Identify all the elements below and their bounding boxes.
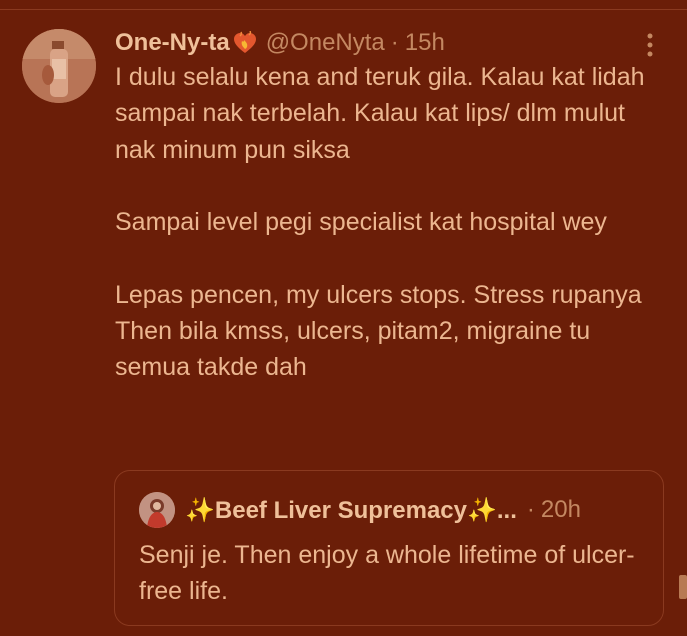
separator-dot: · [390, 29, 399, 56]
quoted-tweet-timestamp[interactable]: 20h [541, 496, 581, 524]
quoted-tweet-text: Senji je. Then enjoy a whole lifetime of… [139, 541, 635, 605]
quoted-tweet-card[interactable]: ✨Beef Liver Supremacy✨... · 20h Senji je… [114, 470, 664, 626]
heart-on-fire-icon [232, 30, 258, 55]
avatar-image [22, 29, 96, 103]
author-handle[interactable]: @OneNyta [266, 29, 385, 57]
tweet-body-text: I dulu selalu kena and teruk gila. Kalau… [115, 63, 645, 382]
author-display-name[interactable]: One-Ny-ta [115, 29, 230, 57]
tweet-timestamp[interactable]: 15h [405, 29, 445, 57]
quoted-separator-dot: · [526, 496, 535, 523]
quoted-tweet-header: ✨Beef Liver Supremacy✨... · 20h [139, 492, 581, 528]
quoted-author-avatar [139, 492, 175, 528]
scrollbar-thumb[interactable] [679, 575, 687, 599]
tweet-header: One-Ny-ta @OneNyta · 15h [115, 26, 445, 60]
quoted-author-display-name[interactable]: ✨Beef Liver Supremacy✨... [185, 496, 517, 525]
top-divider [0, 9, 687, 10]
more-vertical-icon[interactable] [640, 32, 660, 58]
author-avatar[interactable] [22, 29, 96, 103]
